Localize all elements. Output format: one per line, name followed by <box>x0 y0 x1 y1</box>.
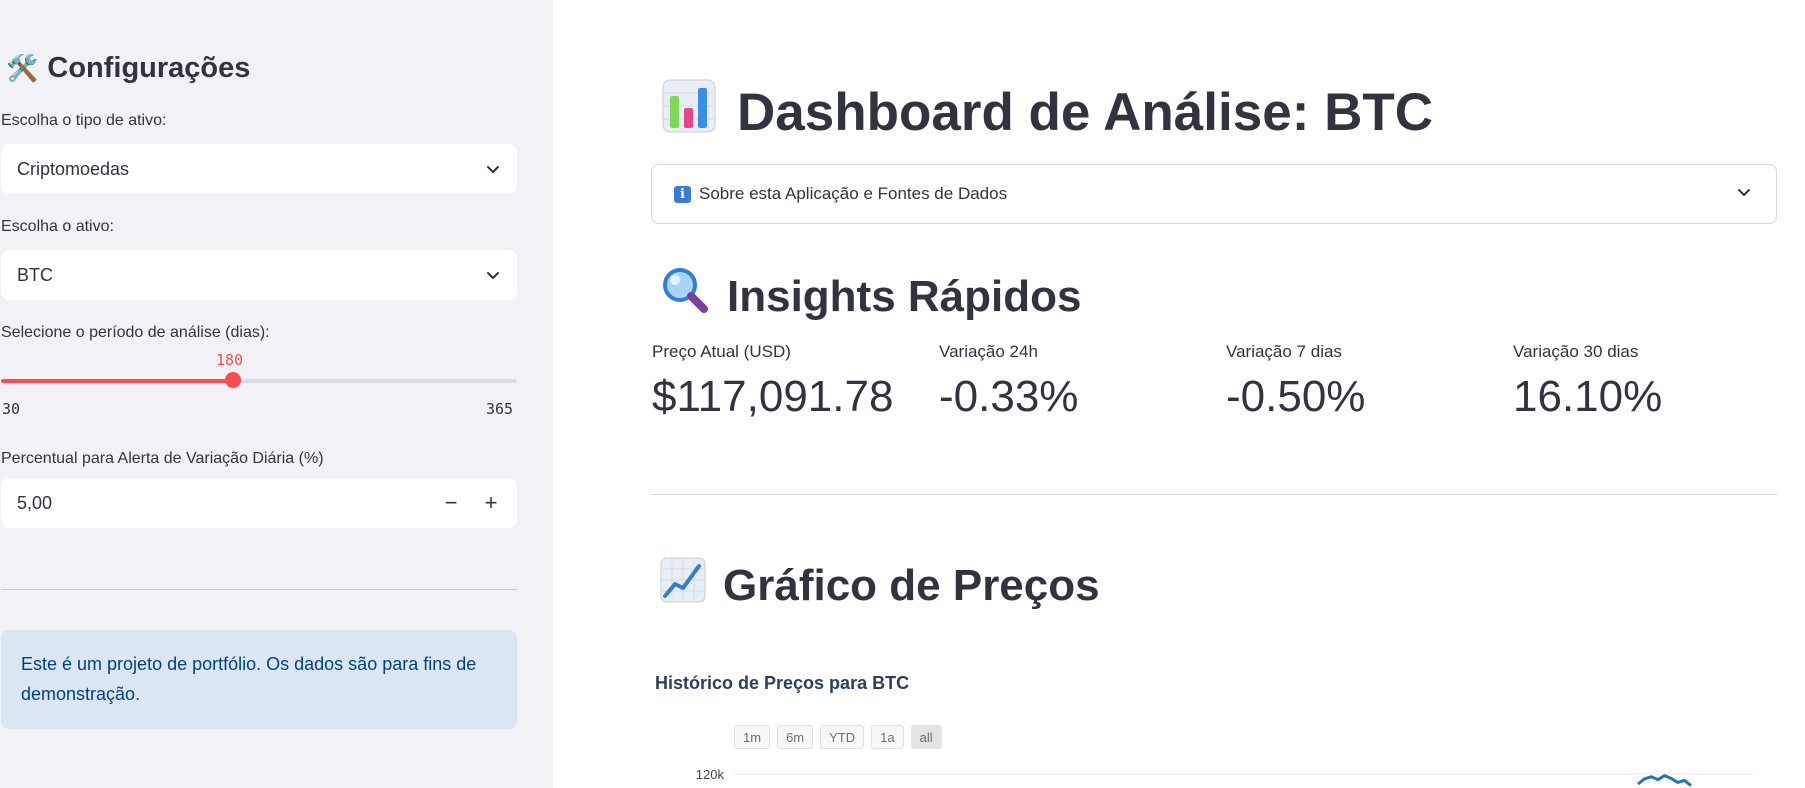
asset-label: Escolha o ativo: <box>1 218 114 235</box>
chevron-down-icon <box>485 267 501 283</box>
alert-value-field[interactable]: 5,00 <box>1 493 431 514</box>
period-slider-track[interactable] <box>1 379 517 383</box>
chevron-down-icon <box>485 161 501 177</box>
info-box: Este é um projeto de portfólio. Os dados… <box>1 630 517 729</box>
price-line <box>1637 774 1692 787</box>
app-root: 🛠️ Configurações Escolha o tipo de ativo… <box>0 0 1805 788</box>
asset-type-select[interactable]: Criptomoedas <box>1 144 517 194</box>
asset-select[interactable]: BTC <box>1 250 517 300</box>
decrement-button[interactable]: − <box>431 478 471 528</box>
price-series <box>1637 774 1692 787</box>
period-slider-value: 180 <box>216 351 244 369</box>
price-chart: 120k <box>696 767 1753 787</box>
period-label: Selecione o período de análise (dias): <box>1 324 270 341</box>
sidebar-title-text: Configurações <box>47 52 251 84</box>
sidebar-divider <box>1 589 517 590</box>
hammer-wrench-icon: 🛠️ <box>6 53 39 83</box>
alert-number-input: 5,00 − + <box>1 478 517 528</box>
period-slider-fill <box>1 379 233 383</box>
sidebar-title: 🛠️ Configurações <box>6 52 250 85</box>
main-content: Dashboard de Análise: BTC i Sobre esta A… <box>553 0 1805 788</box>
asset-type-label: Escolha o tipo de ativo: <box>1 112 167 129</box>
increment-button[interactable]: + <box>471 478 511 528</box>
asset-value: BTC <box>17 264 53 285</box>
sidebar: 🛠️ Configurações Escolha o tipo de ativo… <box>0 0 553 788</box>
y-tick-label: 120k <box>696 767 725 782</box>
alert-label: Percentual para Alerta de Variação Diári… <box>1 450 324 467</box>
period-slider-max: 365 <box>486 400 514 418</box>
asset-type-value: Criptomoedas <box>17 158 130 179</box>
period-slider-min: 30 <box>2 400 21 418</box>
period-slider-thumb[interactable] <box>225 372 241 388</box>
